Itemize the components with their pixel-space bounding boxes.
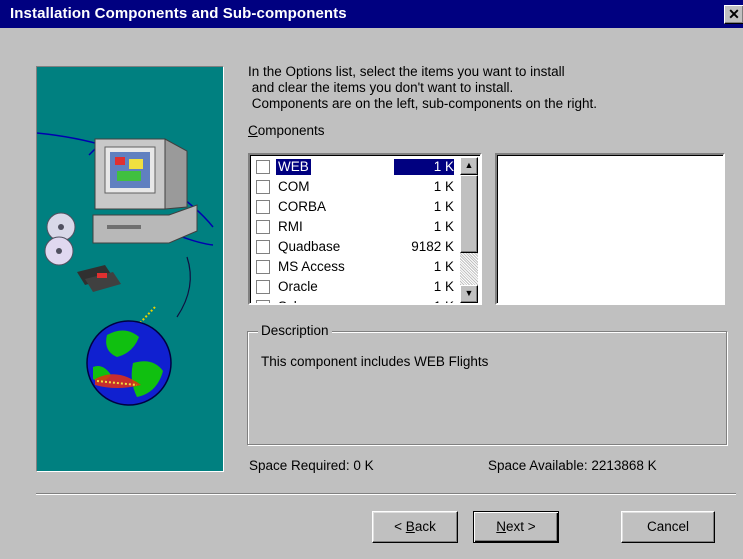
component-checkbox[interactable] [256,300,270,303]
component-checkbox[interactable] [256,180,270,194]
component-row[interactable]: Quadbase 9182 K [252,237,460,257]
component-name: MS Access [278,259,345,274]
component-checkbox[interactable] [256,240,270,254]
component-size: 9182 K [411,239,454,254]
component-row[interactable]: CORBA 1 K [252,197,460,217]
component-row[interactable]: MS Access 1 K [252,257,460,277]
component-name: COM [278,179,310,194]
description-legend: Description [258,323,332,338]
space-available: Space Available: 2213868 K [488,458,657,473]
component-checkbox[interactable] [256,280,270,294]
component-size: 1 K [433,219,454,234]
window-title: Installation Components and Sub-componen… [10,5,347,22]
component-name: RMI [278,219,303,234]
component-checkbox[interactable] [256,160,270,174]
description-group: Description This component includes WEB … [247,323,727,445]
back-button[interactable]: < Back [372,511,458,543]
scroll-up-button[interactable]: ▲ [460,157,478,175]
component-checkbox[interactable] [256,260,270,274]
component-row[interactable]: COM 1 K [252,177,460,197]
component-size: 1 K [433,179,454,194]
instructions-text: In the Options list, select the items yo… [248,64,597,111]
computer-globe-illustration [37,132,214,406]
component-row[interactable]: RMI 1 K [252,217,460,237]
component-name: WEB [276,159,311,175]
component-size: 1 K [434,299,454,303]
component-checkbox[interactable] [256,200,270,214]
component-name: CORBA [278,199,327,214]
title-bar: Installation Components and Sub-componen… [0,0,743,28]
scroll-thumb[interactable] [460,175,478,253]
close-button[interactable]: ✕ [724,5,743,24]
component-size: 1 K [433,259,454,274]
space-required: Space Required: 0 K [249,458,374,473]
subcomponents-listbox[interactable] [495,153,725,305]
components-scrollbar[interactable]: ▲ ▼ [460,157,478,303]
components-label: Components [248,123,325,138]
component-row[interactable]: Sybase 1 K [252,297,460,303]
component-checkbox[interactable] [256,220,270,234]
components-listbox[interactable]: WEB 1 K COM 1 K CORBA 1 K RMI 1 K Quadbase 9182 K… [248,153,482,305]
component-name: Quadbase [278,239,341,254]
scroll-down-button[interactable]: ▼ [460,285,478,303]
setup-illustration [36,66,224,472]
component-name: Oracle [278,279,318,294]
divider [36,493,736,495]
component-row[interactable]: WEB 1 K [252,157,460,177]
description-text: This component includes WEB Flights [261,354,489,369]
components-rows: WEB 1 K COM 1 K CORBA 1 K RMI 1 K Quadbase 9182 K… [252,157,460,303]
component-size: 1 K [433,279,454,294]
component-name: Sybase [276,299,325,303]
component-row[interactable]: Oracle 1 K [252,277,460,297]
next-button[interactable]: Next > [473,511,559,543]
component-size: 1 K [433,199,454,214]
cancel-button[interactable]: Cancel [621,511,715,543]
component-size: 1 K [393,159,454,175]
